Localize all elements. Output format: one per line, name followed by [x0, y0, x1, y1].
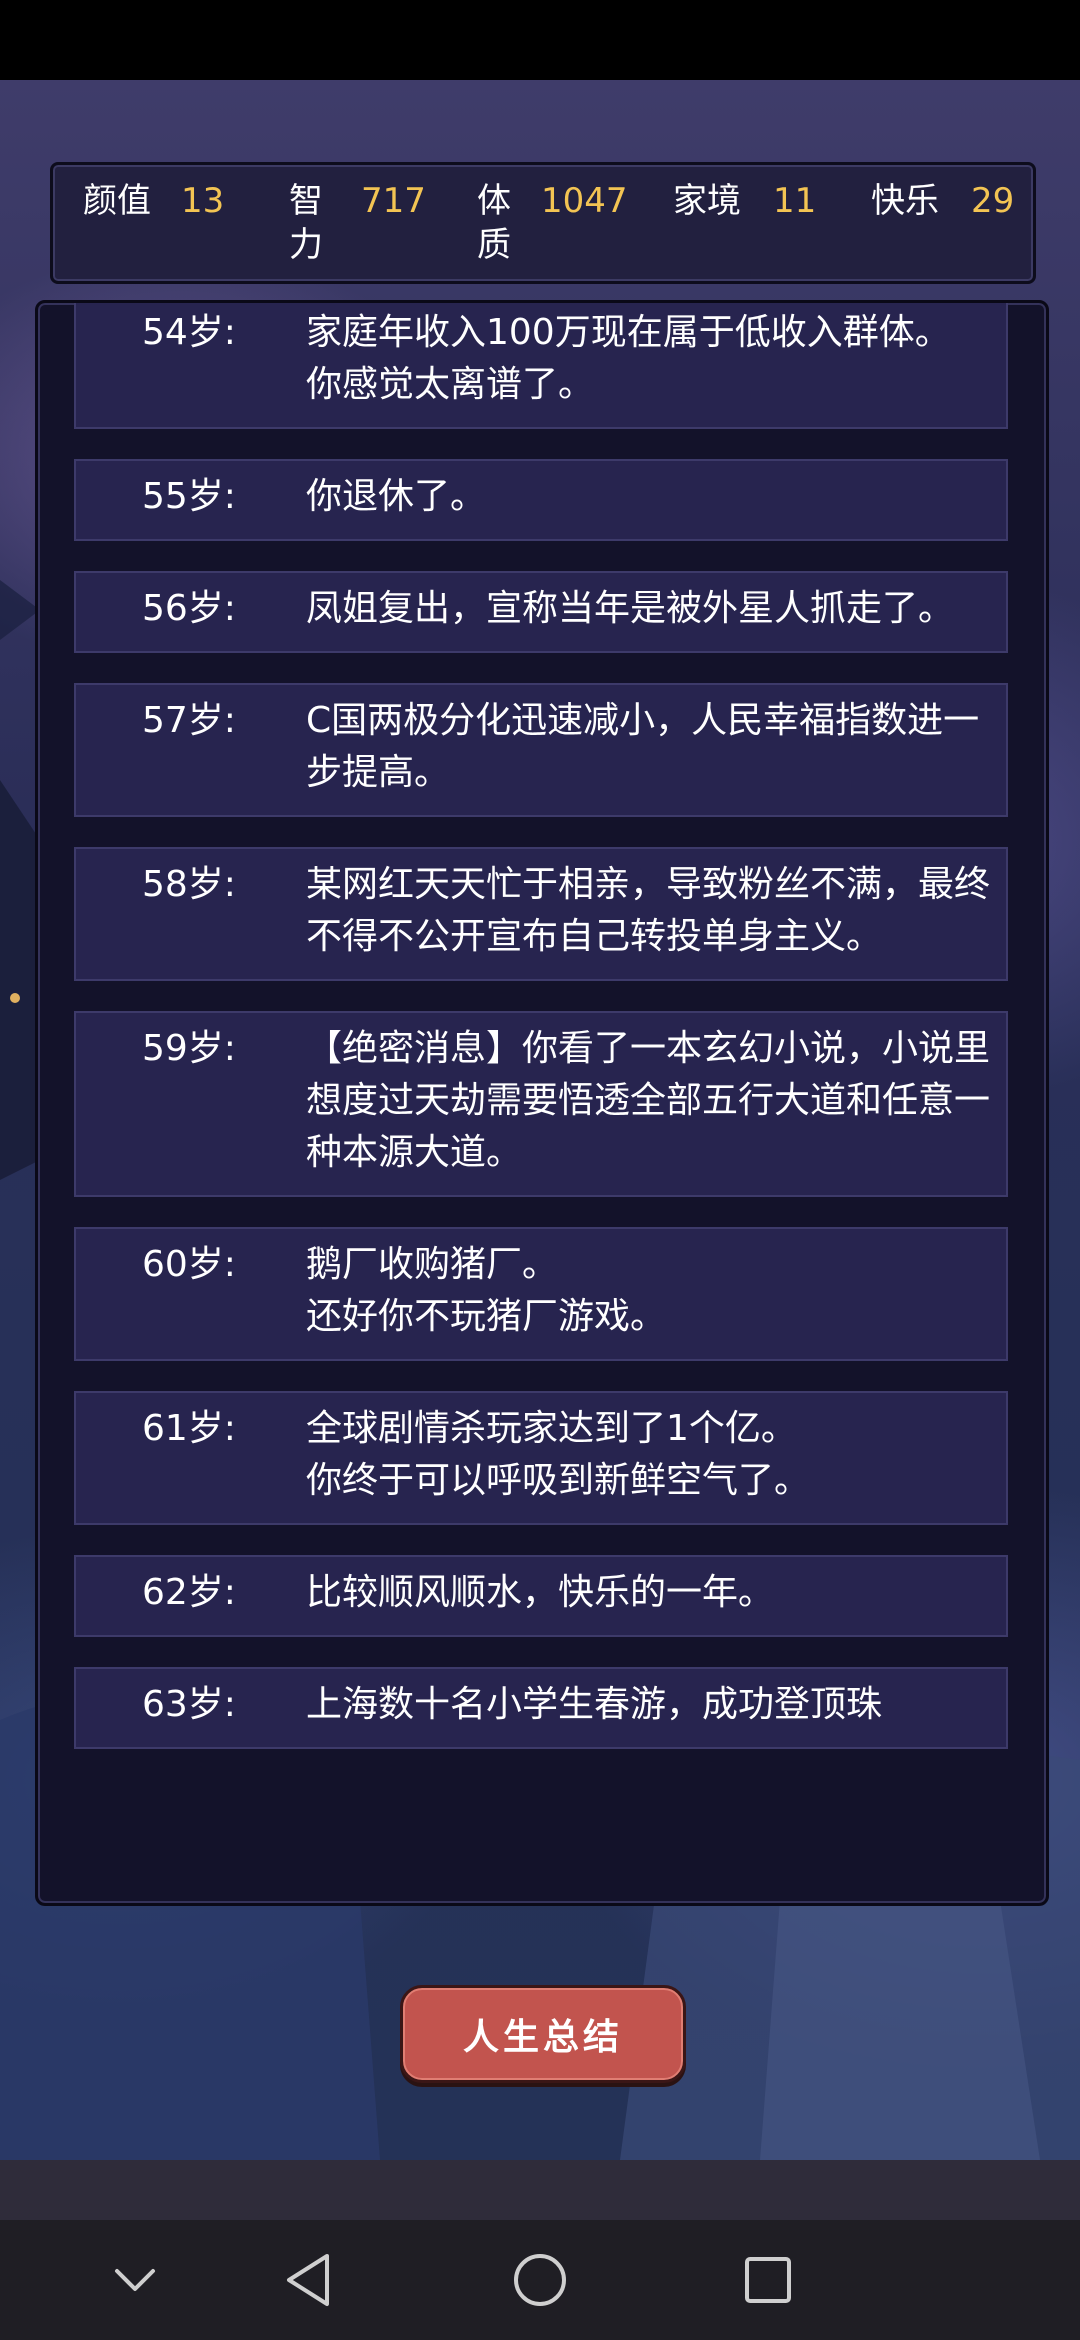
stat-value-happiness: 29 — [971, 181, 1015, 221]
life-event-entry: 54岁: 家庭年收入100万现在属于低收入群体。 你感觉太离谱了。 — [74, 303, 1008, 429]
event-text: 某网红天天忙于相亲，导致粉丝不满，最终不得不公开宣布自己转投单身主义。 — [306, 859, 996, 963]
life-event-entry: 55岁: 你退休了。 — [74, 459, 1008, 541]
life-event-entry: 62岁: 比较顺风顺水，快乐的一年。 — [74, 1555, 1008, 1637]
event-age: 59岁: — [142, 1028, 236, 1069]
event-line: 鹅厂收购猪厂。 — [306, 1244, 559, 1285]
chevron-down-icon[interactable] — [105, 2250, 165, 2310]
recents-icon[interactable] — [738, 2250, 798, 2310]
event-age: 56岁: — [142, 588, 236, 629]
home-icon[interactable] — [510, 2250, 570, 2310]
event-text: 凤姐复出，宣称当年是被外星人抓走了。 — [306, 583, 996, 635]
event-line: 你退休了。 — [306, 476, 487, 517]
life-event-entry: 58岁: 某网红天天忙于相亲，导致粉丝不满，最终不得不公开宣布自己转投单身主义。 — [74, 847, 1008, 981]
event-line: 凤姐复出，宣称当年是被外星人抓走了。 — [306, 588, 955, 629]
event-line: 上海数十名小学生春游，成功登顶珠 — [306, 1684, 883, 1725]
event-age: 63岁: — [142, 1684, 236, 1725]
stat-value-intelligence: 717 — [361, 181, 426, 221]
event-text: C国两极分化迅速减小，人民幸福指数进一步提高。 — [306, 695, 996, 799]
event-age: 58岁: — [142, 864, 236, 905]
attribute-stats-panel: 颜值 13 智力 717 体质 1047 家境 11 快乐 29 — [50, 162, 1036, 284]
event-line: C国两极分化迅速减小，人民幸福指数进一步提高。 — [306, 700, 980, 793]
life-event-entry: 63岁: 上海数十名小学生春游，成功登顶珠 — [74, 1667, 1008, 1749]
stat-label-family: 家境 — [673, 181, 741, 221]
event-text: 你退休了。 — [306, 471, 996, 523]
life-event-entry: 56岁: 凤姐复出，宣称当年是被外星人抓走了。 — [74, 571, 1008, 653]
event-line: 全球剧情杀玩家达到了1个亿。 — [306, 1408, 797, 1449]
event-text: 【绝密消息】你看了一本玄幻小说，小说里想度过天劫需要悟透全部五行大道和任意一种本… — [306, 1023, 996, 1179]
event-line: 【绝密消息】你看了一本玄幻小说，小说里想度过天劫需要悟透全部五行大道和任意一种本… — [306, 1028, 991, 1173]
life-summary-button[interactable]: 人生总结 — [400, 1985, 686, 2083]
event-age: 61岁: — [142, 1408, 236, 1449]
event-text: 上海数十名小学生春游，成功登顶珠 — [306, 1679, 996, 1731]
stat-label-constitution: 体质 — [477, 181, 511, 265]
event-age: 55岁: — [142, 476, 236, 517]
stat-value-family: 11 — [773, 181, 817, 221]
life-log-list[interactable]: 54岁: 家庭年收入100万现在属于低收入群体。 你感觉太离谱了。 55岁: 你退休了。… — [74, 303, 1010, 1779]
stat-value-constitution: 1047 — [541, 181, 628, 221]
event-line: 还好你不玩猪厂游戏。 — [306, 1296, 667, 1337]
life-event-entry: 57岁: C国两极分化迅速减小，人民幸福指数进一步提高。 — [74, 683, 1008, 817]
stat-value-appearance: 13 — [181, 181, 225, 221]
status-bar — [0, 0, 1080, 80]
life-event-entry: 60岁: 鹅厂收购猪厂。还好你不玩猪厂游戏。 — [74, 1227, 1008, 1361]
event-text: 鹅厂收购猪厂。还好你不玩猪厂游戏。 — [306, 1239, 996, 1343]
event-age: 62岁: — [142, 1572, 236, 1613]
event-age: 57岁: — [142, 700, 236, 741]
event-line: 比较顺风顺水，快乐的一年。 — [306, 1572, 775, 1613]
life-log-panel[interactable]: 54岁: 家庭年收入100万现在属于低收入群体。 你感觉太离谱了。 55岁: 你退休了。… — [35, 300, 1049, 1906]
back-icon[interactable] — [278, 2250, 338, 2310]
event-text: 家庭年收入100万现在属于低收入群体。 你感觉太离谱了。 — [306, 307, 996, 411]
bottom-spacer — [0, 2160, 1080, 2220]
stat-label-intelligence: 智力 — [289, 181, 323, 265]
event-text: 全球剧情杀玩家达到了1个亿。 你终于可以呼吸到新鲜空气了。 — [306, 1403, 996, 1507]
event-age: 60岁: — [142, 1244, 236, 1285]
system-navigation-bar — [0, 2220, 1080, 2340]
event-line: 某网红天天忙于相亲，导致粉丝不满，最终不得不公开宣布自己转投单身主义。 — [306, 864, 991, 957]
event-line: 家庭年收入100万现在属于低收入群体。 — [306, 312, 951, 353]
stat-label-appearance: 颜值 — [83, 181, 151, 221]
stat-label-happiness: 快乐 — [871, 181, 939, 221]
life-event-entry: 59岁: 【绝密消息】你看了一本玄幻小说，小说里想度过天劫需要悟透全部五行大道和任… — [74, 1011, 1008, 1197]
life-event-entry: 61岁: 全球剧情杀玩家达到了1个亿。 你终于可以呼吸到新鲜空气了。 — [74, 1391, 1008, 1525]
event-line: 你感觉太离谱了。 — [306, 364, 595, 405]
event-text: 比较顺风顺水，快乐的一年。 — [306, 1567, 996, 1619]
event-line: 你终于可以呼吸到新鲜空气了。 — [306, 1460, 811, 1501]
event-age: 54岁: — [142, 312, 236, 353]
